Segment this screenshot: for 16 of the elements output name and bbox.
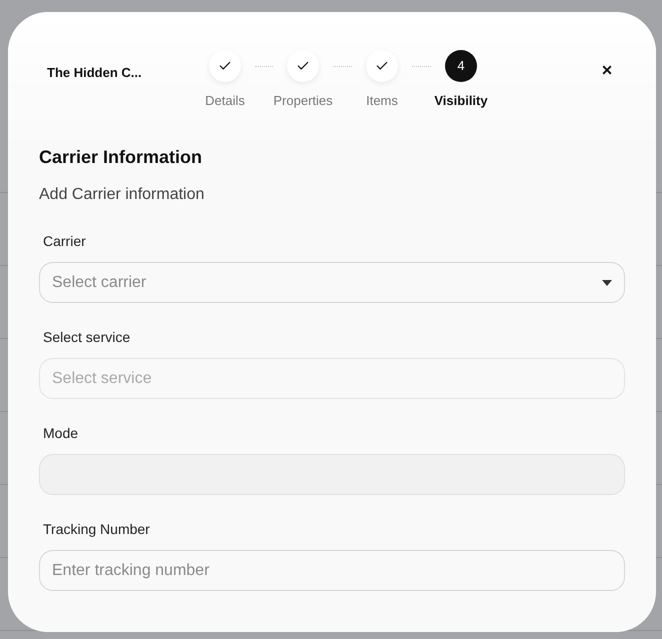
caret-icon xyxy=(602,280,612,286)
section-subtitle: Add Carrier information xyxy=(39,185,206,205)
field-label: Tracking Number xyxy=(43,520,151,539)
dialog-title: The Hidden C... xyxy=(47,64,143,82)
field-label: Select service xyxy=(43,328,132,347)
field-label: Mode xyxy=(43,424,80,443)
step-label[interactable]: Items xyxy=(366,91,398,110)
field-label: Carrier xyxy=(43,232,87,251)
step-label[interactable]: Visibility xyxy=(434,91,488,110)
section-title: Carrier Information xyxy=(39,146,204,169)
step-number-badge: 4 xyxy=(445,50,477,82)
carrier-select[interactable]: Select carrier xyxy=(39,262,625,303)
close-button[interactable]: × xyxy=(597,60,617,80)
step-label[interactable]: Properties xyxy=(273,91,333,110)
input-field[interactable]: Enter tracking number xyxy=(39,550,625,591)
step-label[interactable]: Details xyxy=(205,91,245,110)
